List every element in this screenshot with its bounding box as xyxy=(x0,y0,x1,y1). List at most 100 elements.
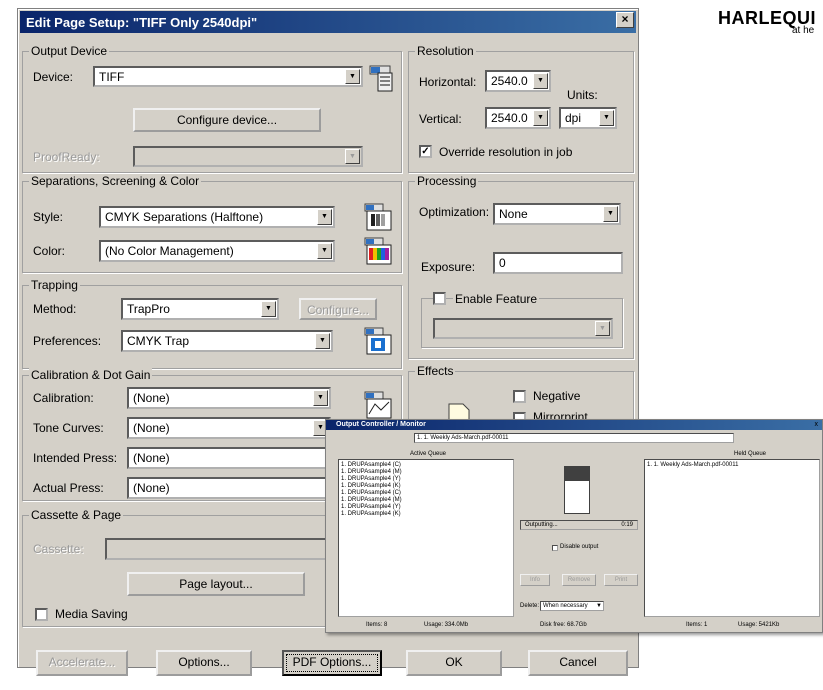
style-select[interactable]: CMYK Separations (Halftone) ▼ xyxy=(99,206,335,228)
ok-button[interactable]: OK xyxy=(406,650,502,676)
cassette-label: Cassette: xyxy=(33,542,84,556)
list-item[interactable]: 1. DRUPAsample4 (C) xyxy=(341,462,402,469)
current-job-field[interactable]: 1. 1. Weekly Ads-March.pdf-00011 xyxy=(414,433,734,443)
optimization-select[interactable]: None ▼ xyxy=(493,203,621,225)
held-queue-list[interactable]: 1. 1. Weekly Ads-March.pdf-00011 xyxy=(644,459,820,617)
override-resolution-checkbox[interactable]: ✓ xyxy=(419,145,432,158)
output-device-group: Output Device Device: TIFF ▼ Configure de… xyxy=(22,44,402,173)
units-label: Units: xyxy=(567,88,598,102)
list-item[interactable]: 1. DRUPAsample4 (Y) xyxy=(341,504,402,511)
horizontal-resolution-select[interactable]: 2540.0 ▼ xyxy=(485,70,551,92)
active-queue-items: 1. DRUPAsample4 (C) 1. DRUPAsample4 (M) 1.… xyxy=(341,462,402,518)
preferences-value: CMYK Trap xyxy=(127,334,190,348)
configure-device-button[interactable]: Configure device... xyxy=(133,108,321,132)
chevron-down-icon[interactable]: ▼ xyxy=(317,243,332,259)
list-item[interactable]: 1. DRUPAsample4 (K) xyxy=(341,483,402,490)
media-saving-checkbox[interactable] xyxy=(35,608,48,621)
color-select[interactable]: (No Color Management) ▼ xyxy=(99,240,335,262)
output-status-field: Outputting... 0:19 xyxy=(520,520,638,530)
intended-press-select[interactable]: (None) xyxy=(127,447,331,469)
dialog-title-bar: Edit Page Setup: "TIFF Only 2540dpi" xyxy=(20,11,636,33)
list-item[interactable]: 1. DRUPAsample4 (K) xyxy=(341,511,402,518)
remove-button[interactable]: Remove xyxy=(562,574,596,586)
calibration-select[interactable]: (None) ▼ xyxy=(127,387,331,409)
chevron-down-icon[interactable]: ▼ xyxy=(345,69,360,84)
enable-feature-checkbox[interactable] xyxy=(433,292,446,305)
accelerate-button[interactable]: Accelerate... xyxy=(36,650,128,676)
tone-curves-select[interactable]: (None) ▼ xyxy=(127,417,331,439)
feature-select[interactable]: ▼ xyxy=(433,318,613,339)
optimization-label: Optimization: xyxy=(419,205,490,219)
cancel-button[interactable]: Cancel xyxy=(528,650,628,676)
media-saving-label: Media Saving xyxy=(55,607,128,621)
chevron-down-icon[interactable]: ▼ xyxy=(315,333,330,349)
method-value: TrapPro xyxy=(127,302,170,316)
list-item[interactable]: 1. 1. Weekly Ads-March.pdf-00011 xyxy=(647,462,739,469)
enable-feature-label: Enable Feature xyxy=(453,292,540,306)
held-queue-items: 1. 1. Weekly Ads-March.pdf-00011 xyxy=(647,462,739,469)
output-status-time: 0:19 xyxy=(621,522,633,528)
proofready-select[interactable]: ▼ xyxy=(133,146,363,167)
page-progress-icon xyxy=(564,466,590,514)
cassette-legend: Cassette & Page xyxy=(29,508,124,522)
exposure-input[interactable]: 0 xyxy=(493,252,623,274)
active-usage: Usage: 334.0Mb xyxy=(424,622,469,628)
chevron-down-icon[interactable]: ▼ xyxy=(345,149,360,164)
tone-curves-label: Tone Curves: xyxy=(33,421,104,435)
brand-tagline: at he xyxy=(792,25,815,36)
list-item[interactable]: 1. DRUPAsample4 (C) xyxy=(341,490,402,497)
chevron-down-icon[interactable]: ▼ xyxy=(317,209,332,225)
style-value: CMYK Separations (Halftone) xyxy=(105,210,264,224)
calibration-value: (None) xyxy=(133,391,170,405)
actual-press-value: (None) xyxy=(133,481,170,495)
disk-free: Disk free: 68.7Gb xyxy=(540,622,587,628)
chevron-down-icon[interactable]: ▼ xyxy=(599,110,614,126)
chevron-down-icon[interactable]: ▼ xyxy=(533,73,548,89)
held-items-count: Items: 1 xyxy=(686,622,708,628)
list-item[interactable]: 1. DRUPAsample4 (Y) xyxy=(341,476,402,483)
device-select[interactable]: TIFF ▼ xyxy=(93,66,363,87)
actual-press-select[interactable]: (None) xyxy=(127,477,331,499)
preferences-select[interactable]: CMYK Trap ▼ xyxy=(121,330,333,352)
method-select[interactable]: TrapPro ▼ xyxy=(121,298,279,320)
chevron-down-icon[interactable]: ▼ xyxy=(533,110,548,126)
close-icon[interactable]: x xyxy=(815,421,819,428)
chevron-down-icon[interactable]: ▼ xyxy=(261,301,276,317)
separations-legend: Separations, Screening & Color xyxy=(29,174,202,188)
screening-icon[interactable] xyxy=(363,202,393,232)
chevron-down-icon[interactable]: ▼ xyxy=(595,321,610,336)
pdf-options-button[interactable]: PDF Options... xyxy=(282,650,382,676)
info-button[interactable]: Info xyxy=(520,574,550,586)
print-button[interactable]: Print xyxy=(604,574,638,586)
disable-output-checkbox[interactable] xyxy=(552,545,558,551)
chevron-down-icon[interactable]: ▼ xyxy=(596,603,602,610)
units-select[interactable]: dpi ▼ xyxy=(559,107,617,129)
active-queue-list[interactable]: 1. DRUPAsample4 (C) 1. DRUPAsample4 (M) 1.… xyxy=(338,459,514,617)
cassette-select[interactable] xyxy=(105,538,345,560)
chevron-down-icon[interactable]: ▼ xyxy=(313,390,328,406)
device-setup-icon[interactable] xyxy=(368,64,398,94)
optimization-value: None xyxy=(499,207,528,221)
trap-preferences-icon[interactable] xyxy=(363,326,393,356)
effects-group: Effects Negative Mirrorprint xyxy=(408,364,634,425)
trapping-group: Trapping Method: TrapPro ▼ Configure... P… xyxy=(22,278,402,369)
page-layout-button[interactable]: Page layout... xyxy=(127,572,305,596)
calibration-label: Calibration: xyxy=(33,391,94,405)
chevron-down-icon[interactable]: ▼ xyxy=(603,206,618,222)
horizontal-label: Horizontal: xyxy=(419,75,477,89)
override-resolution-label: Override resolution in job xyxy=(439,145,573,159)
calibration-icon[interactable] xyxy=(363,390,393,420)
monitor-title-bar: Output Controller / Monitor xyxy=(326,420,822,430)
trapping-configure-button[interactable]: Configure... xyxy=(299,298,377,320)
color-label: Color: xyxy=(33,244,66,258)
delete-select[interactable]: When necessary ▼ xyxy=(540,601,604,611)
close-icon[interactable]: × xyxy=(616,12,634,28)
list-item[interactable]: 1. DRUPAsample4 (M) xyxy=(341,497,402,504)
options-button[interactable]: Options... xyxy=(156,650,252,676)
color-management-icon[interactable] xyxy=(363,236,393,266)
vertical-resolution-select[interactable]: 2540.0 ▼ xyxy=(485,107,551,129)
intended-press-value: (None) xyxy=(133,451,170,465)
device-value: TIFF xyxy=(99,70,125,84)
negative-checkbox[interactable] xyxy=(513,390,526,403)
list-item[interactable]: 1. DRUPAsample4 (M) xyxy=(341,469,402,476)
